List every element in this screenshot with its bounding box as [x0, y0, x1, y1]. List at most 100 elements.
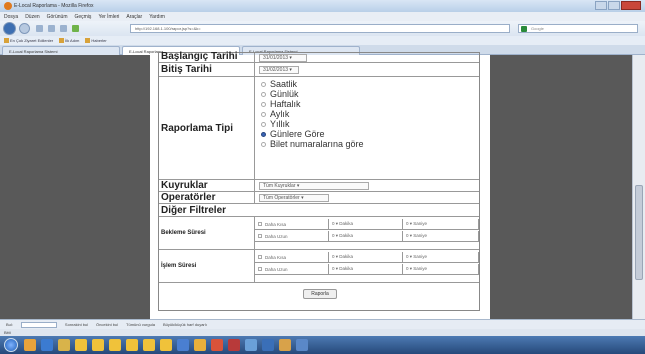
radio-button[interactable]	[261, 141, 266, 147]
forward-button[interactable]	[19, 23, 30, 34]
duration-checkbox[interactable]	[258, 267, 262, 271]
find-prev-button[interactable]: Öncekini bul	[96, 322, 118, 327]
seconds-select[interactable]: 0 ▾ Saniye	[403, 231, 479, 242]
label-baslangic: Başlangıç Tarihi	[159, 51, 255, 62]
rss-icon	[85, 38, 91, 44]
folder-taskbar-icon-5[interactable]	[126, 339, 138, 351]
find-input[interactable]	[20, 321, 57, 328]
radio-button[interactable]	[261, 121, 266, 127]
report-type-option[interactable]: Günlere Göre	[261, 129, 364, 139]
word-taskbar-icon[interactable]	[177, 339, 189, 351]
seconds-select[interactable]: 0 ▾ Saniye	[403, 252, 479, 263]
ie-taskbar-icon[interactable]	[41, 339, 53, 351]
queues-select[interactable]: Tüm Kuyruklar ▾	[259, 182, 369, 190]
menu-item-yer-imleri[interactable]: Yer İmleri	[98, 14, 119, 20]
baslangic-date-select[interactable]: 31/01/2013 ▾	[259, 54, 307, 62]
radio-label: Saatlik	[270, 79, 298, 89]
app-taskbar-icon-6[interactable]	[279, 339, 291, 351]
bookmarks-toolbar: En Çok Ziyaret Edilenler İlk Adım Haberl…	[0, 36, 645, 45]
radio-button[interactable]	[261, 81, 266, 87]
folder-taskbar-icon-2[interactable]	[75, 339, 87, 351]
start-button[interactable]	[4, 338, 18, 352]
duration-checkbox[interactable]	[258, 222, 262, 226]
app-taskbar-icon-2[interactable]	[211, 339, 223, 351]
duration-checkbox[interactable]	[258, 255, 262, 259]
maximize-button[interactable]	[608, 1, 620, 10]
radio-button[interactable]	[261, 131, 266, 137]
report-page: Başlangıç Tarihi 31/01/2013 ▾ Bitiş Tari…	[150, 51, 490, 319]
tab-1[interactable]: E-Local Raporlama Sistemi	[2, 46, 120, 55]
duration-checkbox-cell[interactable]: Daha Uzun	[255, 264, 329, 275]
menu-item-duzen[interactable]: Düzen	[25, 14, 39, 20]
scrollbar-thumb[interactable]	[635, 185, 643, 280]
bookmark-most-visited[interactable]: En Çok Ziyaret Edilenler	[4, 38, 53, 44]
radio-button[interactable]	[261, 101, 266, 107]
addon-icon[interactable]	[72, 25, 79, 32]
find-bar: Bul: Sonrakini bul Öncekini bul Tümünü v…	[0, 319, 645, 329]
url-input[interactable]: http://192.168.1.100/rapor.jsp?s=&k=	[130, 24, 510, 33]
operators-select[interactable]: Tüm Operatörler ▾	[259, 194, 329, 202]
folder-taskbar-icon-7[interactable]	[160, 339, 172, 351]
seconds-select[interactable]: 0 ▾ Saniye	[403, 219, 479, 230]
report-type-option[interactable]: Günlük	[261, 89, 364, 99]
bookmark-icon	[59, 38, 65, 44]
duration-checkbox-cell[interactable]: Daha Kısa	[255, 219, 329, 230]
find-label: Bul:	[6, 322, 13, 327]
minutes-select[interactable]: 0 ▾ Dakika	[329, 219, 403, 230]
app-taskbar-icon-4[interactable]	[245, 339, 257, 351]
find-next-button[interactable]: Sonrakini bul	[65, 322, 88, 327]
duration-checkbox-cell[interactable]: Daha Uzun	[255, 231, 329, 242]
seconds-select[interactable]: 0 ▾ Saniye	[403, 264, 479, 275]
radio-label: Günlere Göre	[270, 129, 325, 139]
report-type-option[interactable]: Aylık	[261, 109, 364, 119]
minutes-select[interactable]: 0 ▾ Dakika	[329, 252, 403, 263]
app-taskbar-icon-7[interactable]	[296, 339, 308, 351]
highlight-all-button[interactable]: Tümünü vurgula	[126, 322, 155, 327]
reload-icon[interactable]	[36, 25, 43, 32]
menu-item-araclar[interactable]: Araçlar	[126, 14, 142, 20]
label-kuyruklar: Kuyruklar	[159, 180, 255, 191]
report-type-option[interactable]: Haftalık	[261, 99, 364, 109]
match-case-checkbox[interactable]: Büyük/küçük harf duyarlı	[163, 322, 207, 327]
menu-item-yardim[interactable]: Yardım	[149, 14, 165, 20]
stop-icon[interactable]	[48, 25, 55, 32]
vertical-scrollbar[interactable]	[632, 55, 645, 319]
home-icon[interactable]	[60, 25, 67, 32]
bookmark-icon	[4, 38, 9, 44]
report-type-option[interactable]: Saatlik	[261, 79, 364, 89]
label-operatorler: Operatörler	[159, 192, 255, 203]
radio-button[interactable]	[261, 111, 266, 117]
folder-taskbar-icon-6[interactable]	[143, 339, 155, 351]
report-type-option[interactable]: Yıllık	[261, 119, 364, 129]
raporla-button[interactable]: Raporla	[303, 289, 337, 299]
app-taskbar-icon[interactable]	[194, 339, 206, 351]
radio-label: Haftalık	[270, 99, 301, 109]
folder-taskbar-icon-3[interactable]	[92, 339, 104, 351]
report-type-radio-group: Saatlik Günlük Haftalık Aylık Yıllık Günlere …	[261, 79, 364, 149]
duration-checkbox[interactable]	[258, 234, 262, 238]
report-form: Başlangıç Tarihi 31/01/2013 ▾ Bitiş Tari…	[158, 51, 480, 311]
minutes-select[interactable]: 0 ▾ Dakika	[329, 231, 403, 242]
menu-item-gorunum[interactable]: Görünüm	[47, 14, 68, 20]
app-taskbar-icon-3[interactable]	[228, 339, 240, 351]
bookmark-news[interactable]: Haberler	[85, 38, 107, 44]
folder-taskbar-icon-4[interactable]	[109, 339, 121, 351]
minimize-button[interactable]	[595, 1, 607, 10]
menu-item-gecmis[interactable]: Geçmiş	[74, 14, 91, 20]
firefox-taskbar-icon[interactable]	[24, 339, 36, 351]
taskbar-icons	[24, 339, 308, 351]
bitis-date-select[interactable]: 31/02/2013 ▾	[259, 66, 299, 74]
minutes-select[interactable]: 0 ▾ Dakika	[329, 264, 403, 275]
bookmark-first-step[interactable]: İlk Adım	[59, 38, 79, 44]
app-taskbar-icon-5[interactable]	[262, 339, 274, 351]
back-button[interactable]	[3, 22, 16, 35]
close-button[interactable]	[621, 1, 641, 10]
menu-item-dosya[interactable]: Dosya	[4, 14, 18, 20]
report-type-option[interactable]: Bilet numaralarına göre	[261, 139, 364, 149]
label-islem-suresi: İşlem Süresi	[159, 250, 255, 282]
radio-button[interactable]	[261, 91, 266, 97]
search-input[interactable]: Google	[518, 24, 638, 33]
folder-taskbar-icon[interactable]	[58, 339, 70, 351]
duration-checkbox-cell[interactable]: Daha Kısa	[255, 252, 329, 263]
status-bar: Bitti	[0, 329, 645, 336]
